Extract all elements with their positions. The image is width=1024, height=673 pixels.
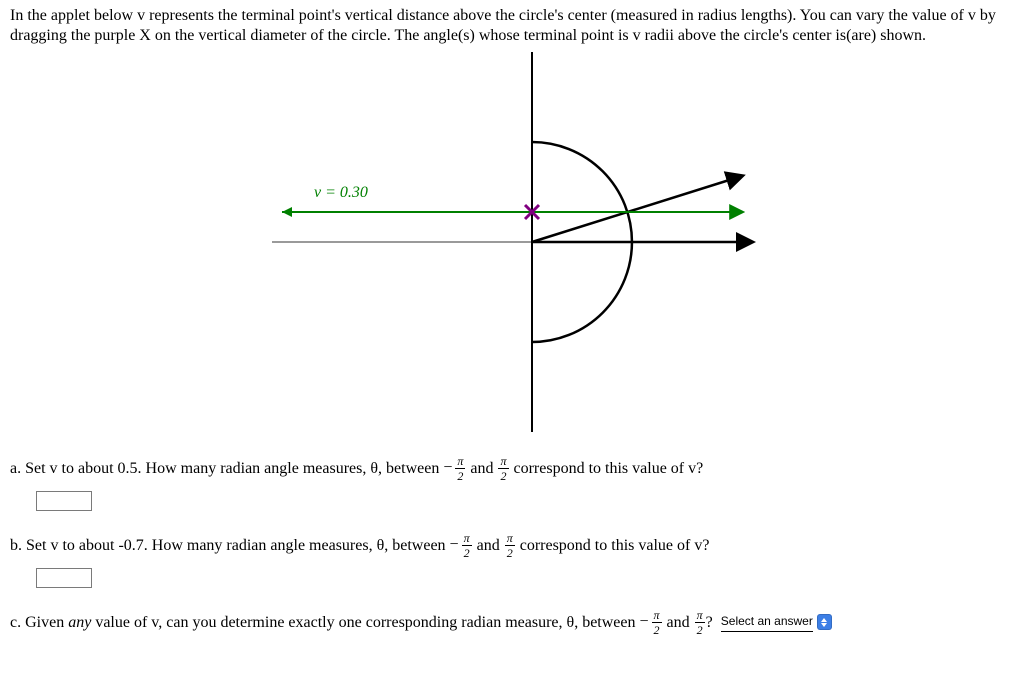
- question-b: b. Set v to about -0.7. How many radian …: [10, 533, 1014, 560]
- and-word-c: and: [663, 614, 694, 631]
- neg-pi-over-2-c: π2: [652, 609, 662, 636]
- question-c-any: any: [68, 614, 91, 631]
- answer-input-a[interactable]: [36, 491, 92, 511]
- question-a-pre: a. Set v to about 0.5. How many radian a…: [10, 460, 443, 477]
- unit-circle-applet[interactable]: v = 0.30: [242, 52, 782, 432]
- question-c-post: ?: [706, 614, 713, 631]
- question-c-pre: c. Given: [10, 614, 68, 631]
- terminal-ray: [532, 176, 742, 242]
- neg-pi-over-2: π2: [455, 455, 465, 482]
- neg-pi-over-2-b: π2: [462, 532, 472, 559]
- pi-over-2-c: π2: [695, 609, 705, 636]
- answer-input-b[interactable]: [36, 568, 92, 588]
- select-stepper-icon[interactable]: [817, 614, 832, 630]
- answer-select-c[interactable]: Select an answer: [721, 613, 832, 632]
- intro-text: In the applet below v represents the ter…: [10, 6, 1014, 46]
- applet-container: v = 0.30: [10, 52, 1014, 432]
- and-word-b: and: [473, 537, 504, 554]
- question-b-pre: b. Set v to about -0.7. How many radian …: [10, 537, 450, 554]
- question-a: a. Set v to about 0.5. How many radian a…: [10, 456, 1014, 483]
- applet-svg: [242, 52, 782, 432]
- question-c-mid: value of v, can you determine exactly on…: [91, 614, 639, 631]
- and-word: and: [466, 460, 497, 477]
- select-label: Select an answer: [721, 613, 813, 632]
- question-a-post: correspond to this value of v?: [510, 460, 704, 477]
- v-value-label: v = 0.30: [314, 184, 368, 202]
- pi-over-2: π2: [498, 455, 508, 482]
- v-chord-left-arrow: [282, 207, 292, 217]
- pi-over-2-b: π2: [505, 532, 515, 559]
- question-b-post: correspond to this value of v?: [516, 537, 710, 554]
- question-c: c. Given any value of v, can you determi…: [10, 610, 1014, 637]
